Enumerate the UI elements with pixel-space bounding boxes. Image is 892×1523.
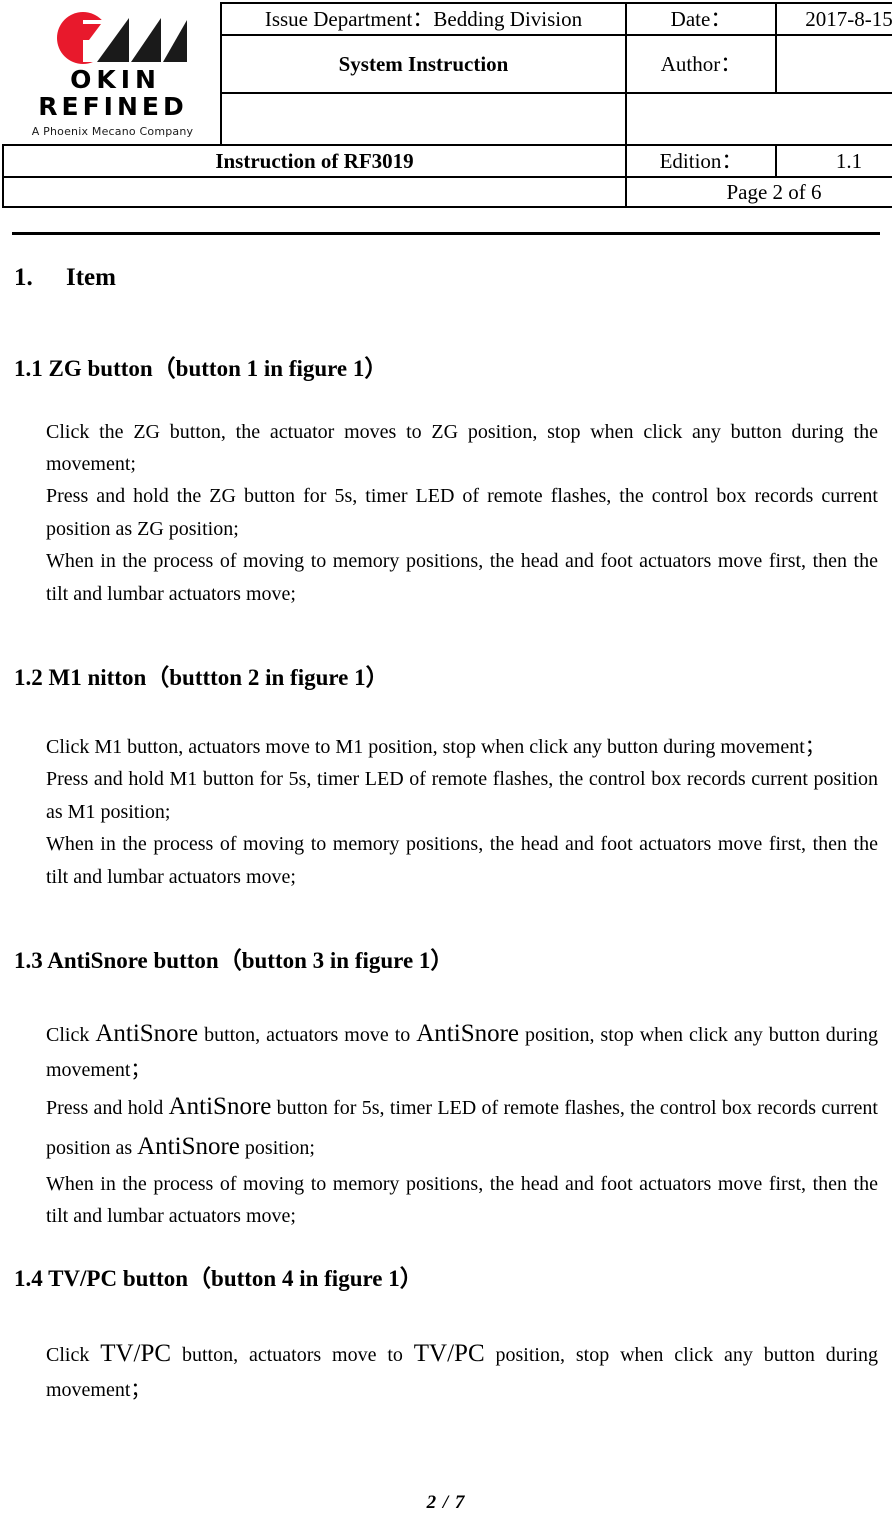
- date-label-cell: Date：: [625, 2, 777, 36]
- p13b-term1: AntiSnore: [168, 1092, 272, 1120]
- paragraph-1-3-a: Click AntiSnore button, actuators move t…: [46, 1014, 878, 1087]
- paragraph-1-1-b: Press and hold the ZG button for 5s, tim…: [46, 485, 878, 540]
- paragraph-1-2-c: When in the process of moving to memory …: [46, 833, 878, 888]
- paragraph-1-1-a: Click the ZG button, the actuator moves …: [46, 420, 878, 475]
- p13a-seg1: Click: [46, 1023, 96, 1046]
- okin-logo-mark-icon: [49, 10, 189, 68]
- section-heading-1-2: 1.2 M1 nitton（buttton 2 in figure 1）: [14, 664, 389, 690]
- section-heading-1: 1. Item: [14, 252, 892, 295]
- logo-brand-okin: OKIN: [70, 65, 161, 95]
- section-heading-1-3: 1.3 AntiSnore button（button 3 in figure …: [14, 947, 454, 973]
- paragraph-1-4-a: Click TV/PC button, actuators move to TV…: [46, 1334, 878, 1407]
- p14a-seg2: button, actuators move to: [171, 1343, 414, 1366]
- section-heading-1-4: 1.4 TV/PC button（button 4 in figure 1）: [14, 1265, 423, 1291]
- p13a-term1: AntiSnore: [95, 1019, 199, 1047]
- p14a-seg1: Click: [46, 1343, 101, 1366]
- p13b-term2: AntiSnore: [137, 1133, 240, 1161]
- logo-brand-refined: REFINED: [38, 91, 188, 121]
- p14a-term2: TV/PC: [413, 1339, 485, 1367]
- company-logo: OKIN REFINED A Phoenix Mecano Company: [3, 6, 220, 140]
- paragraph-1-1-c: When in the process of moving to memory …: [46, 550, 878, 605]
- header-separator-rule: [12, 232, 880, 235]
- author-value-cell: [775, 34, 892, 94]
- p13a-term2: AntiSnore: [416, 1019, 520, 1047]
- paragraph-1-3-c: When in the process of moving to memory …: [46, 1172, 878, 1228]
- author-label-cell: Author：: [625, 34, 777, 94]
- section-heading-1-1: 1.1 ZG button（button 1 in figure 1）: [14, 355, 388, 381]
- paragraph-1-2-a: Click M1 button, actuators move to M1 po…: [46, 735, 825, 758]
- section-title-1: Item: [66, 264, 116, 291]
- edition-label-cell: Edition：: [625, 144, 777, 178]
- date-value-cell: 2017-8-15: [775, 2, 892, 36]
- p13b-seg3: position;: [239, 1137, 315, 1160]
- p14a-term1: TV/PC: [100, 1339, 172, 1367]
- header-row-title: Instruction of RF3019 Edition： 1.1: [2, 144, 892, 178]
- paragraph-1-3-b: Press and hold AntiSnore button for 5s, …: [46, 1087, 878, 1168]
- document-title-cell: Instruction of RF3019: [2, 144, 627, 178]
- header-row-issue: OKIN REFINED A Phoenix Mecano Company Is…: [3, 2, 892, 146]
- p13a-seg2: button, actuators move to: [198, 1023, 417, 1046]
- paragraph-1-2-b: Press and hold M1 button for 5s, timer L…: [46, 768, 878, 823]
- document-body: 1. Item 1.1 ZG button（button 1 in figure …: [0, 252, 892, 1407]
- title-spill-cell: [2, 177, 627, 208]
- blank-left-cell: [220, 92, 627, 146]
- blank-right-cell: [625, 92, 892, 146]
- section-number-1: 1.: [14, 264, 33, 291]
- footer-page-number: 2 / 7: [426, 1492, 466, 1513]
- page-footer: 2 / 7: [0, 1492, 892, 1514]
- logo-tagline: A Phoenix Mecano Company: [31, 124, 194, 138]
- document-header-table: OKIN REFINED A Phoenix Mecano Company Is…: [2, 2, 892, 208]
- document-type-cell: System Instruction: [220, 34, 627, 94]
- company-logo-cell: OKIN REFINED A Phoenix Mecano Company: [3, 3, 222, 146]
- edition-value-cell: 1.1: [775, 144, 892, 178]
- issue-department-cell: Issue Department：Bedding Division: [220, 2, 627, 36]
- header-row-page: Page 2 of 6: [2, 176, 892, 208]
- p13b-seg1: Press and hold: [46, 1096, 169, 1119]
- page-of-cell: Page 2 of 6: [625, 176, 892, 208]
